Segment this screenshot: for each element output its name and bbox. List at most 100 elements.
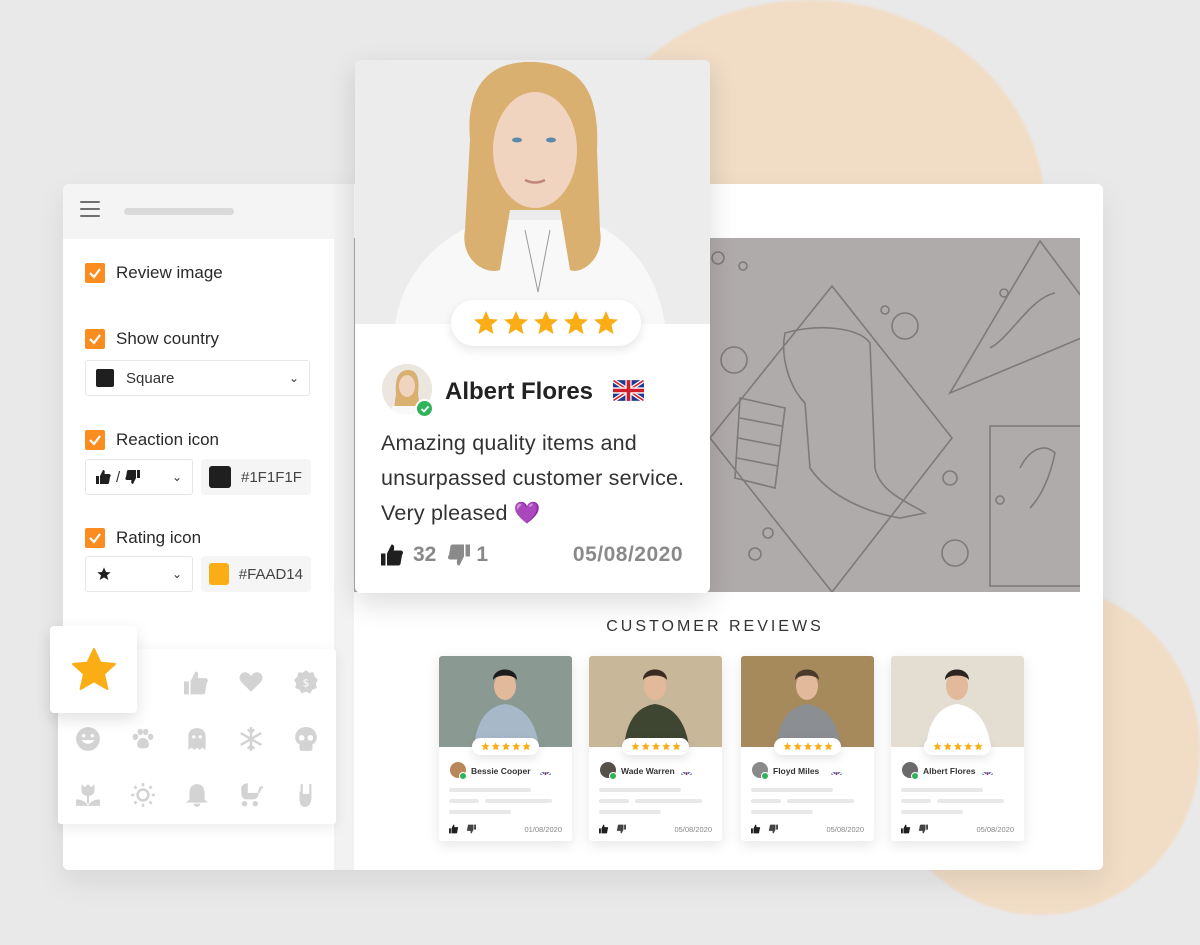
- review-date: 05/08/2020: [674, 825, 712, 834]
- text-placeholder-line: [901, 799, 931, 803]
- uk-flag-icon: [613, 380, 644, 401]
- rating-icon-select[interactable]: ⌄: [85, 556, 193, 592]
- option-rating-icon[interactable]: Rating icon: [85, 528, 201, 548]
- text-placeholder-line: [901, 788, 983, 792]
- option-label: Reaction icon: [116, 430, 220, 449]
- review-date: 05/08/2020: [976, 825, 1014, 834]
- reaction-color-value: #1F1F1F: [241, 468, 302, 486]
- review-card-photo: [439, 656, 572, 747]
- skull-icon[interactable]: [293, 726, 319, 752]
- text-placeholder-line: [787, 799, 854, 803]
- smile-icon[interactable]: [75, 726, 101, 752]
- review-image-checkbox[interactable]: [85, 263, 105, 283]
- review-card-photo: [891, 656, 1024, 747]
- rating-stars: [774, 738, 841, 755]
- thumbs-up-icon[interactable]: [184, 670, 210, 696]
- sun-icon[interactable]: [130, 782, 156, 808]
- text-placeholder-line: [635, 799, 702, 803]
- check-icon: [89, 334, 101, 345]
- thumbs-down-icon[interactable]: [768, 824, 778, 834]
- star-icon: [71, 647, 116, 690]
- square-swatch: [96, 369, 114, 387]
- review-date: 01/08/2020: [524, 825, 562, 834]
- topbar-title-placeholder: [124, 208, 234, 215]
- rating-stars: [924, 738, 991, 755]
- text-placeholder-line: [937, 799, 1004, 803]
- reaction-icon-checkbox[interactable]: [85, 430, 105, 450]
- five-stars-icon: [932, 742, 983, 751]
- option-reaction-icon[interactable]: Reaction icon: [85, 430, 219, 450]
- paw-icon[interactable]: [130, 726, 156, 752]
- ghost-icon[interactable]: [184, 726, 210, 752]
- hamburger-menu-icon[interactable]: [80, 201, 100, 219]
- reaction-color-field[interactable]: #1F1F1F: [201, 459, 311, 495]
- review-footer: 32 1 05/08/2020: [381, 543, 683, 567]
- thumbs-up-icon: [96, 470, 111, 484]
- verified-badge-icon: [609, 772, 617, 780]
- verified-badge-icon: [911, 772, 919, 780]
- sidebar-divider: [334, 184, 354, 870]
- review-card[interactable]: Floyd Miles 05/08/2020: [741, 656, 874, 841]
- option-show-country[interactable]: Show country: [85, 329, 219, 349]
- featured-review-card[interactable]: Albert Flores Amazing quality items and …: [355, 60, 710, 593]
- reaction-icon-select[interactable]: / ⌄: [85, 459, 193, 495]
- text-placeholder-line: [599, 788, 681, 792]
- thumbs-up-icon[interactable]: [751, 824, 761, 834]
- rock-hand-icon[interactable]: [293, 782, 319, 808]
- selected-star-icon-tile[interactable]: [50, 626, 137, 713]
- check-icon: [89, 435, 101, 446]
- check-icon: [89, 533, 101, 544]
- snowflake-icon[interactable]: [238, 726, 264, 752]
- reviewer-name: Albert Flores: [445, 378, 594, 405]
- review-date: 05/08/2020: [826, 825, 864, 834]
- five-stars-icon: [474, 311, 618, 334]
- country-style-select[interactable]: Square ⌄: [85, 360, 310, 396]
- thumbs-down-icon[interactable]: [918, 824, 928, 834]
- text-placeholder-line: [449, 788, 531, 792]
- review-card-photo: [741, 656, 874, 747]
- thumbs-up-icon[interactable]: [901, 824, 911, 834]
- heart-icon[interactable]: [238, 669, 264, 695]
- rating-icon-checkbox[interactable]: [85, 528, 105, 548]
- uk-flag-icon: [540, 767, 551, 775]
- svg-text:$: $: [303, 676, 310, 689]
- thumbs-down-icon[interactable]: [446, 544, 471, 566]
- verified-badge-icon: [415, 399, 434, 418]
- thumbs-up-icon[interactable]: [449, 824, 459, 834]
- option-label: Show country: [116, 329, 219, 348]
- thumbs-up-icon[interactable]: [381, 544, 405, 566]
- thumbs-down-icon: [125, 470, 141, 484]
- thumbs-up-icon[interactable]: [599, 824, 609, 834]
- badge-dollar-icon[interactable]: $: [293, 669, 319, 695]
- reaction-color-swatch: [209, 466, 231, 488]
- option-label: Rating icon: [116, 528, 202, 547]
- rating-color-value: #FAAD14: [238, 565, 303, 583]
- option-label: Review image: [116, 263, 223, 282]
- star-icon: [97, 567, 111, 580]
- reviewer-portrait: [355, 60, 710, 324]
- rating-color-swatch: [209, 563, 229, 585]
- uk-flag-icon: [831, 767, 842, 775]
- rating-color-field[interactable]: #FAAD14: [201, 556, 311, 592]
- check-icon: [89, 268, 101, 279]
- review-card[interactable]: Albert Flores 05/08/2020: [891, 656, 1024, 841]
- text-placeholder-line: [751, 788, 833, 792]
- thumbs-down-icon[interactable]: [466, 824, 476, 834]
- bell-icon[interactable]: [184, 782, 210, 808]
- shoe-illustration: [710, 239, 1080, 592]
- review-card[interactable]: Bessie Cooper 01/08/2020: [439, 656, 572, 841]
- dislike-count: 1: [476, 543, 489, 566]
- review-card-photo: [589, 656, 722, 747]
- tulip-icon[interactable]: [75, 782, 101, 808]
- text-placeholder-line: [751, 799, 781, 803]
- review-card[interactable]: Wade Warren 05/08/2020: [589, 656, 722, 841]
- text-placeholder-line: [485, 799, 552, 803]
- thumbs-down-icon[interactable]: [616, 824, 626, 834]
- show-country-checkbox[interactable]: [85, 329, 105, 349]
- uk-flag-icon: [681, 767, 692, 775]
- option-review-image[interactable]: Review image: [85, 263, 223, 283]
- reviewer-name: Floyd Miles: [773, 766, 820, 776]
- stroller-icon[interactable]: [238, 782, 264, 808]
- text-placeholder-line: [751, 810, 813, 814]
- chevron-down-icon: ⌄: [288, 371, 299, 385]
